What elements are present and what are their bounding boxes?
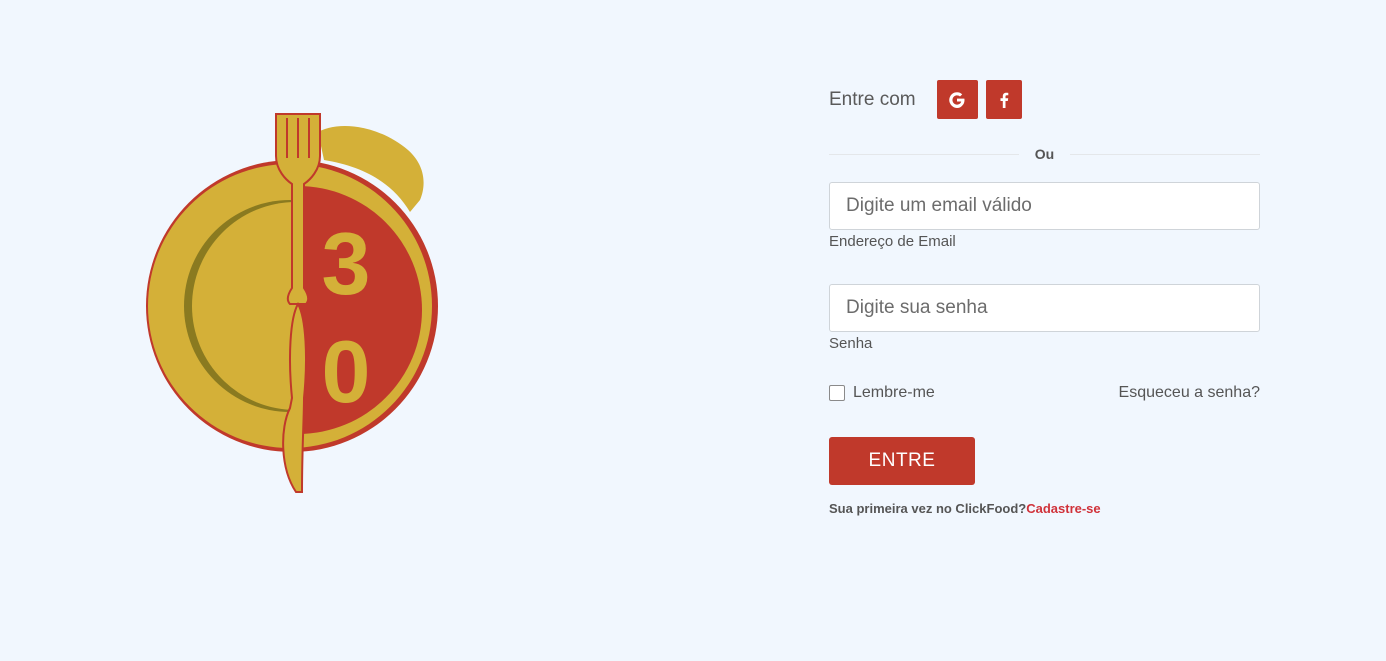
login-options-row: Lembre-me Esqueceu a senha?: [829, 384, 1260, 402]
forgot-password-link[interactable]: Esqueceu a senha?: [1119, 384, 1260, 402]
password-input[interactable]: [829, 284, 1260, 332]
social-login-label: Entre com: [829, 88, 916, 110]
login-panel: Entre com Ou Endereço de Email Senha Lem…: [829, 80, 1261, 516]
email-label: Endereço de Email: [829, 233, 956, 250]
google-icon: [949, 91, 965, 108]
password-field-group: Senha: [829, 284, 1260, 352]
logo-graphic: 3 0: [146, 113, 438, 493]
social-login-row: Entre com: [829, 80, 1260, 119]
signup-prompt: Sua primeira vez no ClickFood?Cadastre-s…: [829, 501, 1260, 516]
app-logo: 3 0: [140, 108, 440, 498]
email-input[interactable]: [829, 182, 1260, 230]
logo-digit-0: 0: [322, 322, 371, 421]
facebook-login-button[interactable]: [985, 80, 1022, 119]
remember-me-checkbox[interactable]: [829, 385, 845, 401]
remember-me[interactable]: Lembre-me: [829, 384, 935, 402]
logo-digit-3: 3: [322, 214, 371, 313]
facebook-icon: [1000, 92, 1008, 108]
email-field-group: Endereço de Email: [829, 182, 1260, 250]
password-label: Senha: [829, 335, 873, 352]
divider-line-right: [1070, 153, 1261, 155]
divider-text: Ou: [1034, 146, 1055, 162]
remember-me-label: Lembre-me: [853, 384, 935, 401]
signup-link[interactable]: Cadastre-se: [1026, 501, 1100, 516]
google-login-button[interactable]: [936, 80, 978, 119]
or-divider: Ou: [829, 145, 1261, 163]
signup-prompt-text: Sua primeira vez no ClickFood?: [829, 501, 1027, 516]
divider-line-left: [829, 153, 1019, 155]
login-submit-button[interactable]: ENTRE: [829, 437, 975, 485]
